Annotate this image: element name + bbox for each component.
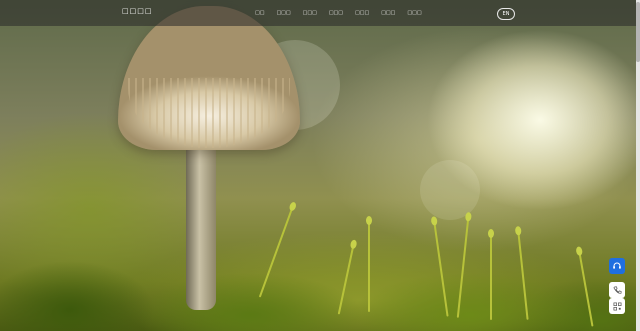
nav-item-5[interactable]: □□□ — [355, 9, 369, 17]
nav-item-7[interactable]: □□□ — [407, 9, 421, 17]
phone-button[interactable] — [609, 282, 625, 298]
top-navigation-bar: □□□□ □□ □□□ □□□ □□□ □□□ □□□ □□□ EN — [0, 0, 640, 26]
phone-icon — [612, 286, 621, 294]
headset-icon — [613, 262, 621, 269]
moss-ground — [0, 230, 640, 331]
nav-item-2[interactable]: □□□ — [276, 9, 290, 17]
customer-service-button[interactable] — [609, 258, 625, 274]
scrollbar-thumb[interactable] — [636, 2, 640, 62]
mushroom-stem — [186, 140, 216, 310]
language-toggle-button[interactable]: EN — [497, 8, 515, 20]
main-nav: □□ □□□ □□□ □□□ □□□ □□□ □□□ — [255, 9, 422, 17]
qr-code-icon — [613, 302, 621, 310]
bokeh-light — [420, 160, 480, 220]
moss-sprout — [366, 216, 372, 312]
nav-item-home[interactable]: □□ — [255, 9, 264, 17]
nav-item-3[interactable]: □□□ — [303, 9, 317, 17]
nav-item-4[interactable]: □□□ — [329, 9, 343, 17]
qr-code-button[interactable] — [609, 298, 625, 314]
moss-sprout — [488, 229, 494, 320]
nav-item-6[interactable]: □□□ — [381, 9, 395, 17]
site-logo[interactable]: □□□□ — [122, 7, 152, 15]
